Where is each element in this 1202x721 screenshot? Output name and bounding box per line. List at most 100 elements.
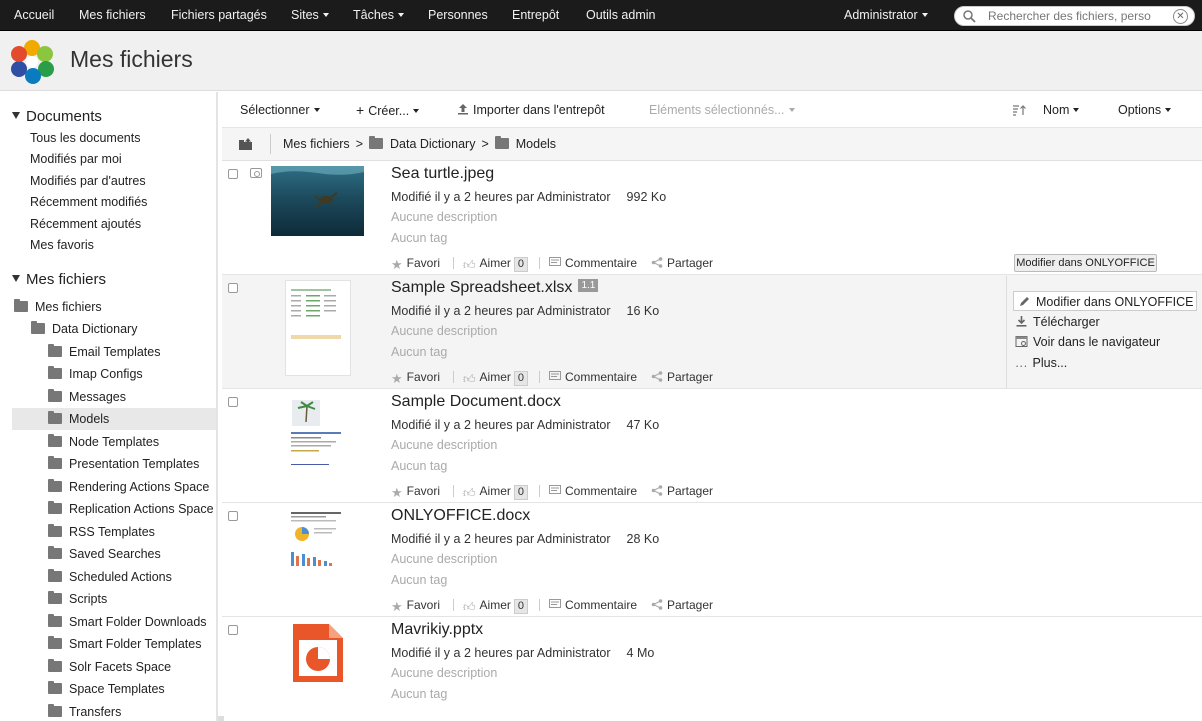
list-item[interactable]: Sample Document.docx Modifié il y a 2 he… xyxy=(222,389,1202,503)
tree-node-imap-configs[interactable]: Imap Configs xyxy=(12,363,216,385)
tree-node-saved-searches[interactable]: Saved Searches xyxy=(12,543,216,565)
tree-node-smart-folder-templates[interactable]: Smart Folder Templates xyxy=(12,633,216,655)
file-name[interactable]: Mavrikiy.pptx xyxy=(391,621,483,639)
modified-info: Modifié il y a 2 heures par Administrato… xyxy=(391,532,611,546)
file-name-text: Sample Document.docx xyxy=(391,393,561,410)
link-modified-by-others[interactable]: Modifiés par d'autres xyxy=(30,174,146,188)
options-menu[interactable]: Options xyxy=(1118,92,1172,128)
share-button[interactable]: Partager xyxy=(651,597,713,613)
import-button[interactable]: Importer dans l'entrepôt xyxy=(457,92,605,128)
file-name[interactable]: Sea turtle.jpeg xyxy=(391,165,494,183)
crumb-my-files[interactable]: Mes fichiers xyxy=(283,137,350,151)
nav-shared-files[interactable]: Fichiers partagés xyxy=(171,0,267,31)
nav-my-files[interactable]: Mes fichiers xyxy=(79,0,146,31)
tree-node-models[interactable]: Models xyxy=(12,408,216,430)
file-thumbnail[interactable] xyxy=(271,166,364,236)
row-checkbox[interactable] xyxy=(228,283,238,293)
nav-repository[interactable]: Entrepôt xyxy=(512,0,559,31)
selected-items-menu[interactable]: Eléments sélectionnés... xyxy=(649,92,795,128)
tree-node-messages[interactable]: Messages xyxy=(12,386,216,408)
nav-admin-tools[interactable]: Outils admin xyxy=(586,0,655,31)
view-in-browser-action[interactable]: Voir dans le navigateur xyxy=(1015,332,1160,352)
divider xyxy=(453,371,454,383)
link-recently-modified[interactable]: Récemment modifiés xyxy=(30,195,147,209)
like-button[interactable]: 👍︎ Aimer 0 xyxy=(463,483,529,500)
tree-node-transfers[interactable]: Transfers xyxy=(12,701,216,721)
sort-order-icon[interactable] xyxy=(1012,104,1026,116)
tree-node-space-templates[interactable]: Space Templates xyxy=(12,678,216,700)
nav-sites[interactable]: Sites xyxy=(291,0,329,31)
sort-field-menu[interactable]: Nom xyxy=(1043,92,1080,128)
link-modified-by-me[interactable]: Modifiés par moi xyxy=(30,152,122,166)
search-input[interactable]: Rechercher des fichiers, perso ✕ xyxy=(954,6,1195,26)
file-thumbnail[interactable] xyxy=(285,280,351,376)
row-checkbox[interactable] xyxy=(228,169,238,179)
file-name[interactable]: ONLYOFFICE.docx xyxy=(391,507,530,525)
more-actions[interactable]: ··· Plus... xyxy=(1015,353,1067,373)
tree-node-scripts[interactable]: Scripts xyxy=(12,588,216,610)
like-button[interactable]: 👍︎ Aimer 0 xyxy=(463,369,529,386)
tree-node-node-templates[interactable]: Node Templates xyxy=(12,431,216,453)
tree-label: Solr Facets Space xyxy=(69,660,172,674)
tree-node-solr-facets-space[interactable]: Solr Facets Space xyxy=(12,656,216,678)
tree-node-scheduled-actions[interactable]: Scheduled Actions xyxy=(12,566,216,588)
file-thumbnail[interactable] xyxy=(291,622,345,684)
create-menu[interactable]: + Créer... xyxy=(356,92,420,129)
download-action[interactable]: Télécharger xyxy=(1015,312,1100,332)
favorite-button[interactable]: ★ Favori xyxy=(391,255,440,272)
crumb-data-dictionary[interactable]: Data Dictionary xyxy=(390,137,475,151)
comment-button[interactable]: Commentaire xyxy=(549,483,637,499)
link-all-documents[interactable]: Tous les documents xyxy=(30,131,140,145)
like-button[interactable]: 👍︎ Aimer 0 xyxy=(463,255,529,272)
comment-button[interactable]: Commentaire xyxy=(549,369,637,385)
file-name[interactable]: Sample Spreadsheet.xlsx 1.1 xyxy=(391,279,599,297)
like-button[interactable]: 👍︎ Aimer 0 xyxy=(463,597,529,614)
share-button[interactable]: Partager xyxy=(651,369,713,385)
comment-button[interactable]: Commentaire xyxy=(549,255,637,271)
folder-icon xyxy=(48,434,62,448)
favorite-button[interactable]: ★ Favori xyxy=(391,483,440,500)
nav-tasks[interactable]: Tâches xyxy=(353,0,404,31)
tree-node-data-dictionary[interactable]: Data Dictionary xyxy=(12,318,216,340)
tree-node-rss-templates[interactable]: RSS Templates xyxy=(12,521,216,543)
favorite-button[interactable]: ★ Favori xyxy=(391,597,440,614)
file-meta: Modifié il y a 2 heures par Administrato… xyxy=(391,418,659,432)
edit-in-onlyoffice-action[interactable]: Modifier dans ONLYOFFICE xyxy=(1013,291,1197,311)
crumb-models[interactable]: Models xyxy=(516,137,556,151)
row-checkbox[interactable] xyxy=(228,511,238,521)
tree-node-smart-folder-downloads[interactable]: Smart Folder Downloads xyxy=(12,611,216,633)
file-thumbnail[interactable] xyxy=(288,508,346,570)
link-my-favorites[interactable]: Mes favoris xyxy=(30,238,94,252)
tree-node-email-templates[interactable]: Email Templates xyxy=(12,341,216,363)
divider xyxy=(270,134,271,154)
tree-node-replication-actions-space[interactable]: Replication Actions Space xyxy=(12,498,216,520)
file-thumbnail[interactable] xyxy=(288,394,346,474)
folder-up-icon[interactable] xyxy=(238,137,253,151)
file-name[interactable]: Sample Document.docx xyxy=(391,393,561,411)
row-checkbox[interactable] xyxy=(228,397,238,407)
tree-node-presentation-templates[interactable]: Presentation Templates xyxy=(12,453,216,475)
tree-node-rendering-actions-space[interactable]: Rendering Actions Space xyxy=(12,476,216,498)
divider xyxy=(453,599,454,611)
nav-people[interactable]: Personnes xyxy=(428,0,488,31)
tree-node-my-files[interactable]: Mes fichiers xyxy=(12,296,216,318)
favorite-button[interactable]: ★ Favori xyxy=(391,369,440,386)
share-button[interactable]: Partager xyxy=(651,483,713,499)
list-item[interactable]: ONLYOFFICE.docx Modifié il y a 2 heures … xyxy=(222,503,1202,617)
crumb-separator: > xyxy=(481,137,489,151)
nav-home[interactable]: Accueil xyxy=(14,0,54,31)
modified-info: Modifié il y a 2 heures par Administrato… xyxy=(391,418,611,432)
row-checkbox[interactable] xyxy=(228,625,238,635)
section-my-files[interactable]: Mes fichiers xyxy=(12,271,106,288)
comment-button[interactable]: Commentaire xyxy=(549,597,637,613)
link-recently-added[interactable]: Récemment ajoutés xyxy=(30,217,141,231)
sidebar-scrollbar[interactable] xyxy=(216,92,218,721)
user-menu[interactable]: Administrator xyxy=(844,0,928,31)
list-item[interactable]: Mavrikiy.pptx Modifié il y a 2 heures pa… xyxy=(222,617,1202,721)
select-menu[interactable]: Sélectionner xyxy=(240,92,320,128)
main-scrollbar[interactable] xyxy=(218,716,224,721)
clear-icon[interactable]: ✕ xyxy=(1173,9,1188,24)
share-button[interactable]: Partager xyxy=(651,255,713,271)
file-description: Aucune description xyxy=(391,324,498,338)
section-documents[interactable]: Documents xyxy=(12,108,102,125)
